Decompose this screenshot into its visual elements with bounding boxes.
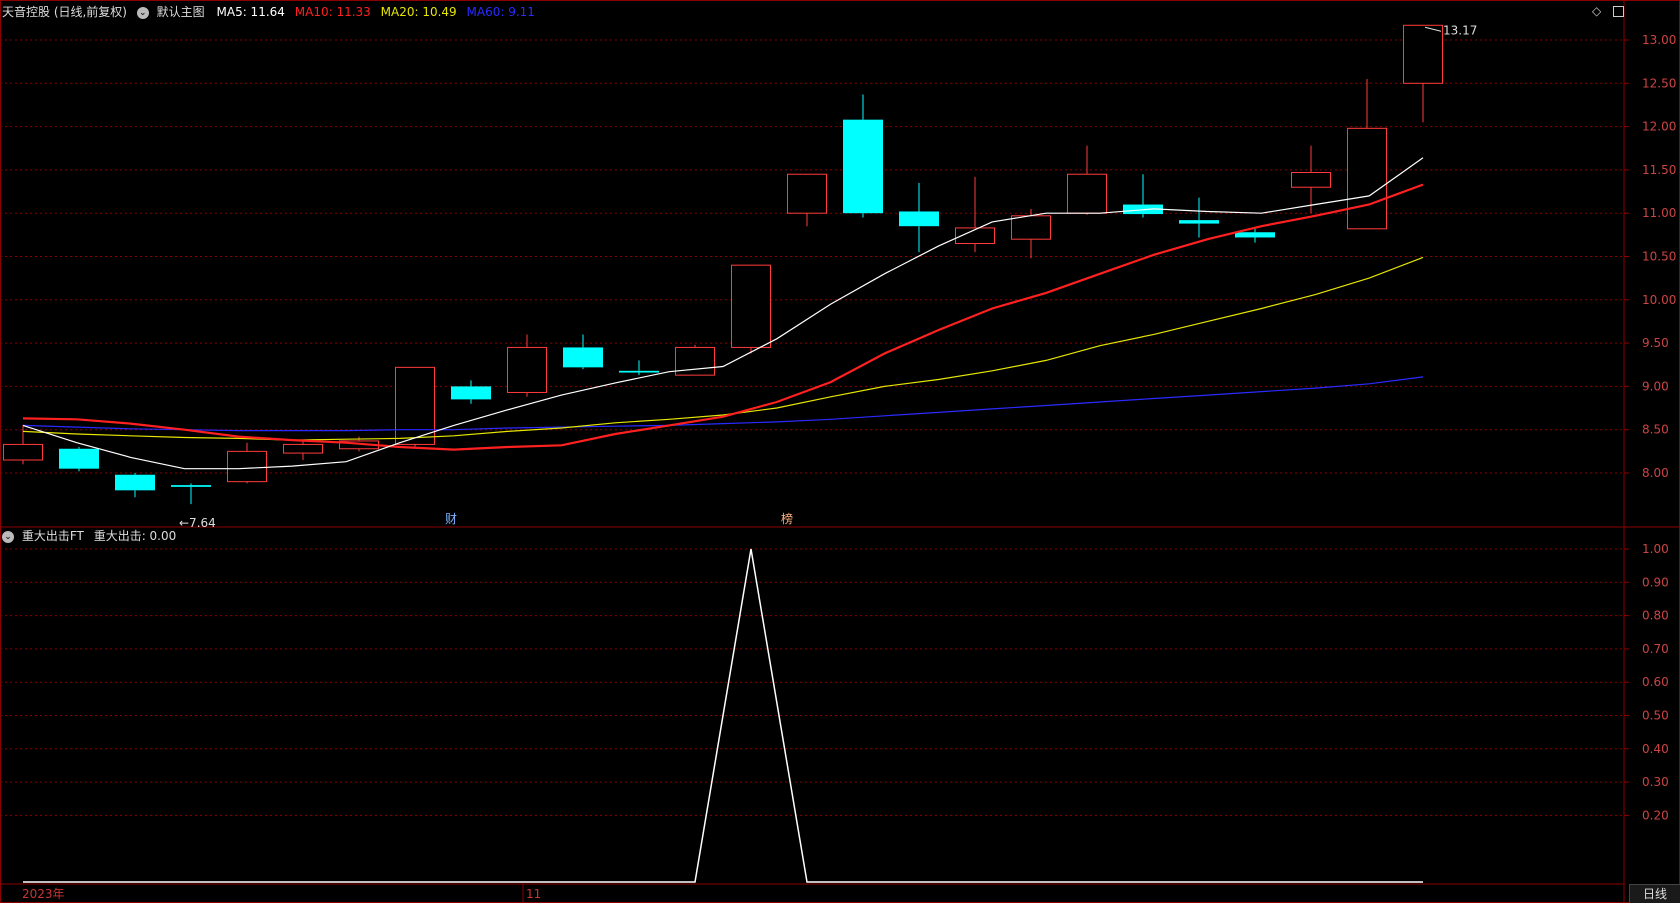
candle-body-up — [3, 443, 43, 461]
indicator-tick-label: 0.70 — [1642, 642, 1669, 656]
candle-body-up — [507, 346, 547, 393]
price-tick-label: 9.50 — [1642, 336, 1669, 350]
candle-body-down — [1235, 232, 1275, 238]
ma10-line — [22, 183, 1424, 451]
candle-body-up — [227, 450, 267, 483]
candle-body-down — [171, 485, 211, 487]
candle-body-up — [1067, 173, 1107, 214]
candle-body-up — [283, 443, 323, 454]
indicator-line — [23, 548, 1423, 883]
period-tab[interactable]: 日线 — [1629, 884, 1680, 903]
indicator-value: 重大出击: 0.00 — [93, 529, 177, 543]
indicator-tick-label: 0.20 — [1642, 808, 1669, 822]
candle-body-up — [1347, 127, 1387, 230]
price-tick-label: 12.50 — [1642, 76, 1676, 90]
diamond-icon[interactable]: ◇ — [1592, 4, 1601, 18]
candle-body-up — [787, 173, 827, 214]
year-label: 2023年 — [22, 887, 65, 901]
indicator-header: ⌄ 重大出击FT 重大出击: 0.00 — [2, 527, 176, 545]
ma60-label: MA60: 9.11 — [466, 5, 535, 19]
candle-body-down — [843, 119, 883, 214]
candle-body-down — [619, 370, 659, 373]
candle-body-down — [899, 211, 939, 227]
main-header: 天音控股 (日线,前复权) ⌄ 默认主图 MA5: 11.64 MA10: 11… — [2, 3, 535, 21]
candle-body-down — [59, 448, 99, 469]
candle-body-down — [1179, 220, 1219, 224]
month-label: 11 — [526, 887, 541, 901]
price-tick-label: 9.00 — [1642, 379, 1669, 393]
low-price-annotation: ←7.64 — [179, 516, 216, 530]
candle-body-down — [451, 386, 491, 400]
stock-title[interactable]: 天音控股 (日线,前复权) — [2, 5, 127, 19]
price-tick-label: 11.00 — [1642, 206, 1676, 220]
event-marker[interactable]: 财 — [445, 512, 457, 526]
price-tick-label: 13.00 — [1642, 33, 1676, 47]
ma5-line — [22, 157, 1424, 470]
top-right-icons: ◇ — [1584, 4, 1624, 18]
indicator-tick-label: 0.30 — [1642, 775, 1669, 789]
chevron-down-icon[interactable]: ⌄ — [2, 530, 14, 543]
chevron-down-icon[interactable]: ⌄ — [136, 6, 149, 19]
indicator-tick-label: 0.80 — [1642, 609, 1669, 623]
price-tick-label: 10.00 — [1642, 293, 1676, 307]
ma5-label: MA5: 11.64 — [216, 5, 285, 19]
price-tick-label: 8.00 — [1642, 466, 1669, 480]
candle-body-up — [1403, 24, 1443, 84]
price-tick-label: 12.00 — [1642, 120, 1676, 134]
ma20-line — [22, 256, 1424, 441]
indicator-tick-label: 1.00 — [1642, 542, 1669, 556]
high-price-annotation: 13.17 — [1443, 23, 1477, 37]
price-tick-label: 11.50 — [1642, 163, 1676, 177]
ma10-label: MA10: 11.33 — [294, 5, 371, 19]
candle-body-down — [115, 474, 155, 491]
indicator-name[interactable]: 重大出击FT — [22, 529, 84, 543]
candle-body-up — [1291, 171, 1331, 188]
main-chart-label[interactable]: 默认主图 — [157, 5, 205, 19]
candle-body-down — [563, 347, 603, 368]
indicator-tick-label: 0.50 — [1642, 709, 1669, 723]
candle-body-up — [1011, 215, 1051, 240]
price-tick-label: 8.50 — [1642, 423, 1669, 437]
ma20-label: MA20: 10.49 — [380, 5, 457, 19]
candle-body-up — [731, 264, 771, 348]
event-marker[interactable]: 榜 — [781, 511, 793, 526]
kline-chart[interactable]: 13.00 12.50 12.00 11.50 11.00 10.50 10.00 9.50 9… — [0, 0, 1680, 903]
indicator-tick-label: 0.90 — [1642, 575, 1669, 589]
ma60-line — [22, 376, 1424, 432]
window-icon[interactable] — [1613, 6, 1624, 17]
price-tick-label: 10.50 — [1642, 250, 1676, 264]
indicator-tick-label: 0.40 — [1642, 742, 1669, 756]
indicator-tick-label: 0.60 — [1642, 675, 1669, 689]
